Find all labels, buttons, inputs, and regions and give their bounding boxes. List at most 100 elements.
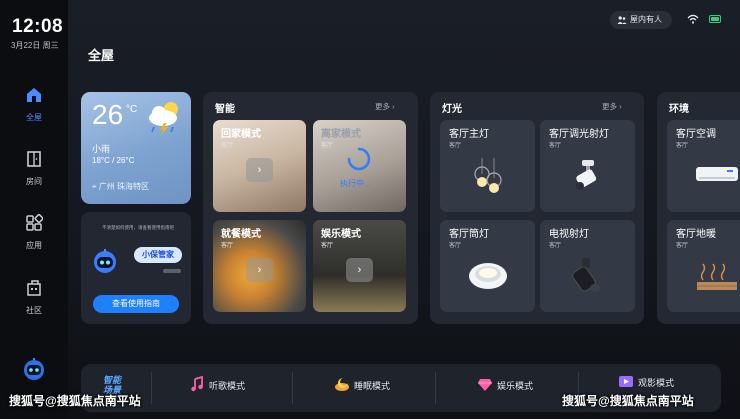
device-card[interactable]: 客厅地暖 客厅 <box>667 220 740 312</box>
device-card[interactable]: 客厅筒灯 客厅 <box>440 220 535 312</box>
device-room: 客厅 <box>549 243 562 249</box>
sidebar-item-whole-house[interactable]: 全屋 <box>0 86 68 123</box>
more-label: 更多 <box>602 102 617 111</box>
gem-icon <box>478 379 492 391</box>
watermark-left: 搜狐号@搜狐焦点南平站 <box>9 394 141 408</box>
chevron-right-icon: › <box>619 102 622 111</box>
device-name: 客厅地暖 <box>676 229 716 240</box>
wifi-icon <box>687 14 699 24</box>
floor-heating-icon <box>697 263 737 290</box>
divider <box>151 372 152 404</box>
lights-panel: 灯光 更多 › 客厅主灯 客厅 客厅调光射灯 客厅 客厅筒灯 客厅 电视射灯 客… <box>430 92 644 324</box>
apps-icon <box>26 213 44 231</box>
sidebar: 12:08 3月22日 周三 全屋 房间 应用 社区 <box>0 0 68 419</box>
assistant-name-bubble: 小保管家 <box>134 247 182 263</box>
home-icon <box>27 88 41 102</box>
run-scene-button[interactable]: › <box>246 258 273 282</box>
smart-scene-label-line1: 智能 <box>103 375 122 385</box>
weather-temperature: 26 <box>92 99 124 130</box>
run-scene-button[interactable]: › <box>246 158 273 182</box>
scene-room: 客厅 <box>221 243 234 249</box>
sidebar-item-apps[interactable]: 应用 <box>0 213 68 251</box>
divider <box>435 372 436 404</box>
sidebar-item-rooms[interactable]: 房间 <box>0 150 68 187</box>
sidebar-item-community[interactable]: 社区 <box>0 279 68 316</box>
assistant-robot-icon <box>94 249 116 273</box>
weather-location-text: 广州 珠海特区 <box>98 182 149 191</box>
door-icon <box>27 151 41 167</box>
device-name: 客厅主灯 <box>449 129 489 140</box>
scene-name: 就餐模式 <box>221 229 261 240</box>
view-guide-button[interactable]: 查看使用指南 <box>93 295 179 313</box>
device-room: 客厅 <box>449 143 462 149</box>
scene-card-home[interactable]: 回家模式 客厅 › <box>213 120 306 212</box>
weather-card[interactable]: 26 °C 小雨 18°C / 26°C ⌖ 广州 珠海特区 <box>81 92 191 204</box>
page-title: 全屋 <box>88 48 115 63</box>
downlight-icon <box>469 263 507 289</box>
scene-room: 客厅 <box>321 243 334 249</box>
movie-icon <box>619 376 633 387</box>
presence-label: 屋内有人 <box>630 15 662 24</box>
device-room: 客厅 <box>676 143 689 149</box>
loading-spinner-icon <box>347 147 371 171</box>
scene-name: 娱乐模式 <box>321 229 361 240</box>
device-card[interactable]: 电视射灯 客厅 <box>540 220 635 312</box>
device-room: 客厅 <box>449 243 462 249</box>
weather-range: 18°C / 26°C <box>92 156 135 165</box>
date: 3月22日 周三 <box>11 41 59 50</box>
people-icon <box>617 16 627 24</box>
scene-card-entertainment[interactable]: 娱乐模式 客厅 › <box>313 220 406 312</box>
mode-label: 睡眠模式 <box>354 381 391 391</box>
pendant-lamp-icon <box>474 158 502 193</box>
scene-card-dining[interactable]: 就餐模式 客厅 › <box>213 220 306 312</box>
scene-status: 执行中... <box>340 179 371 188</box>
sidebar-item-label: 应用 <box>26 241 42 250</box>
sleep-icon <box>335 378 349 391</box>
device-card[interactable]: 客厅主灯 客厅 <box>440 120 535 212</box>
mode-movie-button[interactable]: 观影模式 <box>619 376 675 389</box>
community-icon <box>27 280 41 296</box>
scene-name: 回家模式 <box>221 129 261 140</box>
divider <box>292 372 293 404</box>
lights-panel-title: 灯光 <box>442 104 462 115</box>
home-screen: 12:08 3月22日 周三 全屋 房间 应用 社区 屋内有人 全屋 26 °C… <box>0 0 740 419</box>
scene-card-away[interactable]: 离家模式 客厅 执行中... <box>313 120 406 212</box>
smart-panel-title: 智能 <box>215 104 235 115</box>
clock: 12:08 <box>12 16 64 37</box>
mode-label: 听歌模式 <box>209 381 246 391</box>
mode-entertainment-button[interactable]: 娱乐模式 <box>478 379 533 392</box>
watermark-right: 搜狐号@搜狐焦点南平站 <box>562 394 694 408</box>
weather-location: ⌖ 广州 珠海特区 <box>92 181 149 192</box>
environment-panel-title: 环境 <box>669 104 689 115</box>
mode-label: 观影模式 <box>638 378 675 388</box>
smart-panel: 智能 更多 › 回家模式 客厅 › 离家模式 客厅 执行中... 就餐模式 客厅… <box>203 92 418 324</box>
environment-panel: 环境 客厅空调 客厅 客厅地暖 客厅 <box>657 92 740 324</box>
scene-room: 客厅 <box>221 143 234 149</box>
smart-more-link[interactable]: 更多 › <box>375 101 395 112</box>
device-room: 客厅 <box>676 243 689 249</box>
device-name: 客厅空调 <box>676 129 716 140</box>
device-card[interactable]: 客厅空调 客厅 <box>667 120 740 212</box>
guide-tip: 不清楚如何使用，请查看使用指南吧 <box>102 225 174 230</box>
device-name: 客厅筒灯 <box>449 229 489 240</box>
device-name: 电视射灯 <box>549 229 589 240</box>
sidebar-item-label: 社区 <box>26 306 42 315</box>
more-label: 更多 <box>375 102 390 111</box>
device-name: 客厅调光射灯 <box>549 129 609 140</box>
spotlight-icon <box>576 160 597 190</box>
mode-music-button[interactable]: 听歌模式 <box>191 376 246 392</box>
scene-room: 客厅 <box>321 143 334 149</box>
rain-thunder-icon <box>149 102 178 135</box>
scene-name: 离家模式 <box>321 129 361 140</box>
battery-icon <box>709 15 721 23</box>
mode-sleep-button[interactable]: 睡眠模式 <box>335 378 391 392</box>
run-scene-button[interactable]: › <box>346 258 373 282</box>
presence-status[interactable]: 屋内有人 <box>610 11 672 29</box>
weather-condition: 小雨 <box>92 144 111 154</box>
chevron-right-icon: › <box>392 102 395 111</box>
lights-more-link[interactable]: 更多 › <box>602 101 622 112</box>
assistant-robot-icon[interactable] <box>22 357 46 381</box>
guide-card: 不清楚如何使用，请查看使用指南吧 小保管家 查看使用指南 <box>81 212 191 324</box>
weather-unit: °C <box>126 104 138 115</box>
device-card[interactable]: 客厅调光射灯 客厅 <box>540 120 635 212</box>
